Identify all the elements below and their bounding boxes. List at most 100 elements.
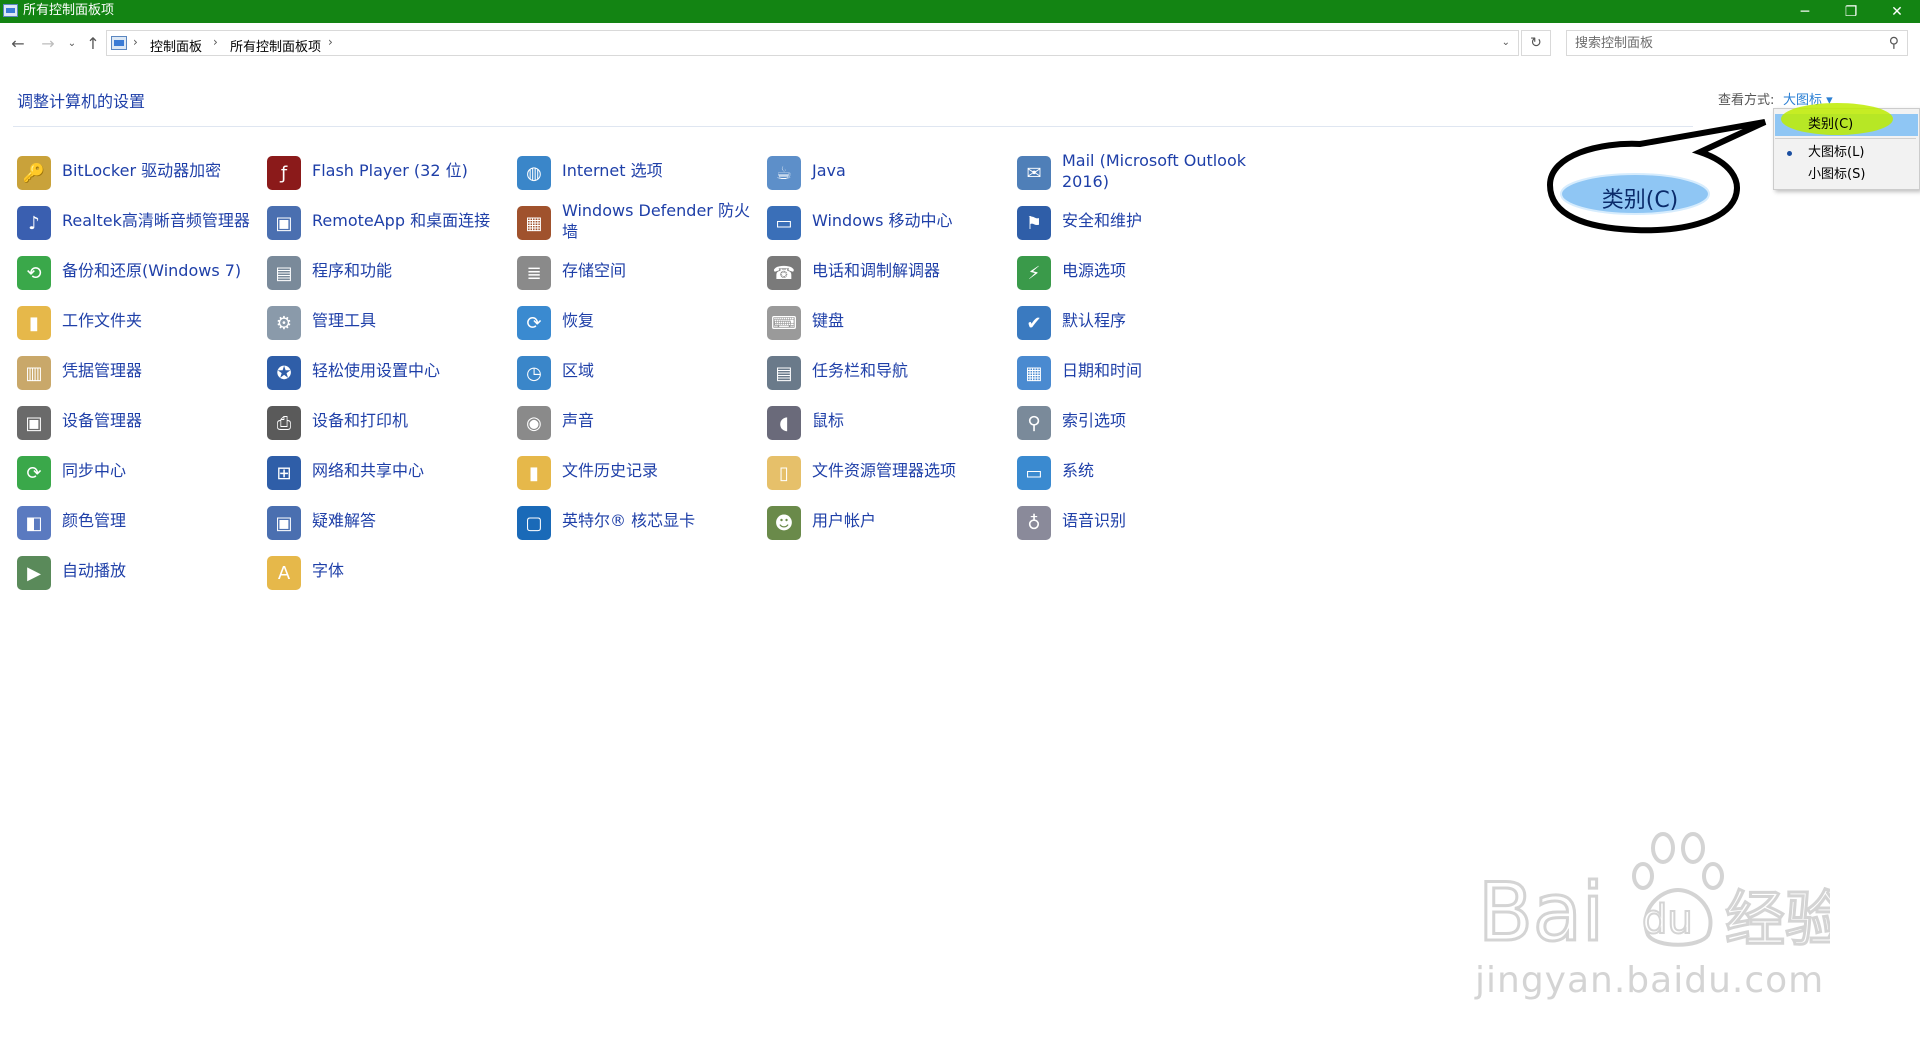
control-panel-item[interactable]: ⊞ 网络和共享中心 bbox=[267, 450, 507, 496]
explorer-options-icon: ▯ bbox=[767, 456, 801, 490]
control-panel-item[interactable]: ▦ 日期和时间 bbox=[1017, 350, 1257, 396]
watermark-text: jingyan.baidu.com bbox=[1475, 960, 1825, 1001]
control-panel-item[interactable]: ♪ Realtek高清晰音频管理器 bbox=[17, 200, 257, 246]
control-panel-item-label: Java bbox=[812, 161, 846, 180]
icon-glyph: ✉ bbox=[1026, 162, 1042, 184]
icon-glyph: ⚲ bbox=[1027, 412, 1041, 434]
icon-glyph: ▦ bbox=[1025, 362, 1043, 384]
control-panel-item[interactable]: ▭ Windows 移动中心 bbox=[767, 200, 1007, 246]
control-panel-item[interactable]: ◷ 区域 bbox=[517, 350, 757, 396]
control-panel-item[interactable]: ≣ 存储空间 bbox=[517, 250, 757, 296]
svg-text:du: du bbox=[1642, 897, 1693, 943]
forward-arrow-icon[interactable]: → bbox=[38, 31, 58, 55]
control-panel-item-label: Mail (Microsoft Outlook 2016) bbox=[1062, 151, 1247, 191]
control-panel-item[interactable]: ▮ 工作文件夹 bbox=[17, 300, 257, 346]
fonts-icon: A bbox=[267, 556, 301, 590]
control-panel-item-label: 轻松使用设置中心 bbox=[312, 361, 441, 380]
minimize-button[interactable]: ─ bbox=[1782, 0, 1828, 23]
control-panel-item[interactable]: ▥ 凭据管理器 bbox=[17, 350, 257, 396]
control-panel-item[interactable]: ▢ 英特尔® 核芯显卡 bbox=[517, 500, 757, 546]
control-panel-item[interactable]: ▦ Windows Defender 防火墙 bbox=[517, 200, 757, 246]
control-panel-item[interactable]: ⌨ 键盘 bbox=[767, 300, 1007, 346]
control-panel-icon bbox=[111, 36, 127, 50]
recent-locations-icon[interactable]: ⌄ bbox=[62, 31, 82, 55]
control-panel-item-label: 同步中心 bbox=[62, 461, 127, 480]
file-history-icon: ▮ bbox=[517, 456, 551, 490]
control-panel-item[interactable]: ✪ 轻松使用设置中心 bbox=[267, 350, 507, 396]
breadcrumb-all-items[interactable]: 所有控制面板项 bbox=[230, 36, 321, 55]
icon-glyph: ▮ bbox=[529, 462, 539, 484]
security-flag-icon: ⚑ bbox=[1017, 206, 1051, 240]
control-panel-item[interactable]: ⚙ 管理工具 bbox=[267, 300, 507, 346]
internet-options-icon: ◍ bbox=[517, 156, 551, 190]
icon-glyph: ▣ bbox=[275, 212, 293, 234]
troubleshooting-icon: ▣ bbox=[267, 506, 301, 540]
control-panel-item[interactable]: ▮ 文件历史记录 bbox=[517, 450, 757, 496]
mobility-center-icon: ▭ bbox=[767, 206, 801, 240]
close-button[interactable]: ✕ bbox=[1874, 0, 1920, 23]
control-panel-item-label: 鼠标 bbox=[812, 411, 845, 430]
color-management-icon: ◧ bbox=[17, 506, 51, 540]
bitlocker-icon: 🔑 bbox=[17, 156, 51, 190]
restore-button[interactable]: ❐ bbox=[1828, 0, 1874, 23]
control-panel-item[interactable]: ⚡ 电源选项 bbox=[1017, 250, 1257, 296]
control-panel-item[interactable]: ▤ 任务栏和导航 bbox=[767, 350, 1007, 396]
control-panel-item[interactable]: ⟳ 同步中心 bbox=[17, 450, 257, 496]
icon-glyph: ◉ bbox=[526, 412, 542, 434]
control-panel-item[interactable]: ✉ Mail (Microsoft Outlook 2016) bbox=[1017, 150, 1257, 196]
control-panel-item-label: 网络和共享中心 bbox=[312, 461, 425, 480]
control-panel-item[interactable]: ⟳ 恢复 bbox=[517, 300, 757, 346]
icon-glyph: ◷ bbox=[526, 362, 542, 384]
breadcrumb-separator[interactable]: › bbox=[213, 35, 218, 49]
date-time-icon: ▦ bbox=[1017, 356, 1051, 390]
control-panel-item[interactable]: ◍ Internet 选项 bbox=[517, 150, 757, 196]
control-panel-item[interactable]: 🔑 BitLocker 驱动器加密 bbox=[17, 150, 257, 196]
back-arrow-icon[interactable]: ← bbox=[8, 31, 28, 55]
control-panel-item-label: 存储空间 bbox=[562, 261, 627, 280]
control-panel-item[interactable]: ▭ 系统 bbox=[1017, 450, 1257, 496]
control-panel-item-label: 管理工具 bbox=[312, 311, 377, 330]
control-panel-item[interactable]: ⎙ 设备和打印机 bbox=[267, 400, 507, 446]
control-panel-item[interactable]: ◉ 声音 bbox=[517, 400, 757, 446]
control-panel-item[interactable]: ♁ 语音识别 bbox=[1017, 500, 1257, 546]
search-box[interactable]: ⚲ bbox=[1566, 30, 1908, 56]
search-input[interactable] bbox=[1567, 31, 1877, 55]
icon-glyph: ▣ bbox=[275, 512, 293, 534]
up-arrow-icon[interactable]: ↑ bbox=[83, 31, 103, 55]
control-panel-item[interactable]: ▤ 程序和功能 bbox=[267, 250, 507, 296]
control-panel-item[interactable]: ◧ 颜色管理 bbox=[17, 500, 257, 546]
remoteapp-icon: ▣ bbox=[267, 206, 301, 240]
refresh-icon[interactable]: ↻ bbox=[1521, 30, 1551, 56]
breadcrumb-separator[interactable]: › bbox=[133, 35, 138, 49]
control-panel-item[interactable]: ☕ Java bbox=[767, 150, 1007, 196]
control-panel-item[interactable]: ⚑ 安全和维护 bbox=[1017, 200, 1257, 246]
breadcrumb-separator[interactable]: › bbox=[328, 35, 333, 49]
control-panel-item[interactable]: ◖ 鼠标 bbox=[767, 400, 1007, 446]
control-panel-item[interactable]: ▯ 文件资源管理器选项 bbox=[767, 450, 1007, 496]
control-panel-item[interactable]: ☎ 电话和调制解调器 bbox=[767, 250, 1007, 296]
control-panel-item[interactable]: ▶ 自动播放 bbox=[17, 550, 257, 596]
control-panel-item[interactable]: ▣ 疑难解答 bbox=[267, 500, 507, 546]
indexing-options-icon: ⚲ bbox=[1017, 406, 1051, 440]
ease-of-access-icon: ✪ bbox=[267, 356, 301, 390]
control-panel-item[interactable]: ▣ RemoteApp 和桌面连接 bbox=[267, 200, 507, 246]
control-panel-item-label: 键盘 bbox=[812, 311, 845, 330]
icon-glyph: ▯ bbox=[779, 462, 789, 484]
control-panel-item[interactable]: ✔ 默认程序 bbox=[1017, 300, 1257, 346]
control-panel-item[interactable]: ƒ Flash Player (32 位) bbox=[267, 150, 507, 196]
control-panel-item[interactable]: ▣ 设备管理器 bbox=[17, 400, 257, 446]
control-panel-item[interactable]: A 字体 bbox=[267, 550, 507, 596]
icon-glyph: ⟳ bbox=[526, 312, 542, 334]
breadcrumb-control-panel[interactable]: 控制面板 bbox=[150, 36, 202, 55]
control-panel-item[interactable]: ⚲ 索引选项 bbox=[1017, 400, 1257, 446]
search-icon[interactable]: ⚲ bbox=[1889, 35, 1899, 51]
address-bar[interactable]: › 控制面板 › 所有控制面板项 › ⌄ bbox=[106, 30, 1519, 56]
control-panel-item[interactable]: ⟲ 备份和还原(Windows 7) bbox=[17, 250, 257, 296]
control-panel-item-label: RemoteApp 和桌面连接 bbox=[312, 211, 491, 230]
control-panel-item-label: 语音识别 bbox=[1062, 511, 1127, 530]
page-title: 调整计算机的设置 bbox=[17, 92, 146, 111]
control-panel-item[interactable]: ☻ 用户帐户 bbox=[767, 500, 1007, 546]
intel-graphics-icon: ▢ bbox=[517, 506, 551, 540]
chevron-down-icon[interactable]: ⌄ bbox=[1502, 37, 1510, 48]
control-panel-item-label: 设备和打印机 bbox=[312, 411, 409, 430]
